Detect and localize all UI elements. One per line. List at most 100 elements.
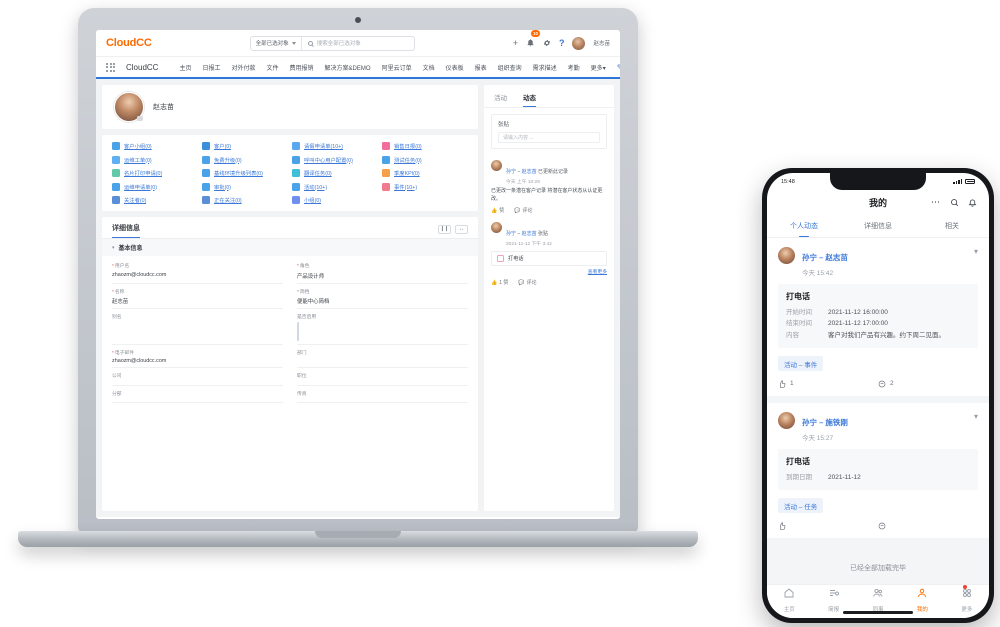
app-shortcut-label[interactable]: 事件(10+) bbox=[394, 183, 417, 191]
comment-button[interactable]: 2 bbox=[878, 380, 978, 388]
nav-item-8[interactable]: 仪表板 bbox=[446, 63, 464, 72]
nav-item-12[interactable]: 考勤 bbox=[568, 63, 580, 72]
app-shortcut[interactable]: 呼叫中心用户配置(0) bbox=[292, 155, 378, 164]
help-icon[interactable]: ? bbox=[559, 38, 565, 48]
app-shortcut[interactable]: 关注者(0) bbox=[112, 196, 198, 204]
post-actor[interactable]: 孙宁 bbox=[506, 231, 516, 237]
avatar[interactable] bbox=[491, 160, 502, 171]
card-tag[interactable]: 活动 – 任务 bbox=[778, 498, 824, 513]
nav-app-name[interactable]: CloudCC bbox=[126, 63, 158, 72]
app-shortcut-label[interactable]: 活动(10+) bbox=[304, 183, 327, 191]
chevron-down-icon[interactable]: ▾ bbox=[974, 247, 978, 256]
detail-field[interactable]: 是否启用 bbox=[297, 309, 468, 345]
avatar[interactable] bbox=[778, 411, 795, 429]
card-actor[interactable]: 孙宁 bbox=[802, 418, 817, 427]
app-shortcut-label[interactable]: 客户(0) bbox=[214, 142, 231, 150]
app-shortcut[interactable]: 事件(10+) bbox=[382, 182, 468, 191]
nav-item-7[interactable]: 文档 bbox=[423, 63, 435, 72]
expand-icon[interactable]: ↔ bbox=[455, 224, 468, 234]
tab-activity[interactable]: 活动 bbox=[494, 92, 507, 107]
app-shortcut-label[interactable]: 运维工单(0) bbox=[124, 156, 152, 164]
pause-icon[interactable]: ❙❙ bbox=[438, 224, 451, 234]
comment-button[interactable]: 💬 评论 bbox=[514, 207, 532, 215]
detail-field[interactable]: *角色 产品设计师 bbox=[297, 258, 468, 284]
card-actor[interactable]: 孙宁 bbox=[802, 253, 817, 262]
nav-item-colleagues[interactable]: 同事 bbox=[856, 586, 900, 613]
tab-detail-info[interactable]: 详细信息 bbox=[841, 214, 915, 237]
composer-input[interactable]: 请输入内容 ... bbox=[498, 132, 600, 143]
avatar[interactable] bbox=[491, 222, 502, 233]
field-checkbox[interactable] bbox=[297, 321, 299, 341]
app-shortcut-label[interactable]: 免费升级(0) bbox=[214, 156, 242, 164]
nav-item-4[interactable]: 费用报销 bbox=[290, 63, 314, 72]
like-button[interactable]: 1 bbox=[778, 379, 878, 388]
phone-feed[interactable]: 孙宁 – 赵志苗 今天 15:42 ▾ 打电话 开始时间 2021-11-12 … bbox=[767, 238, 989, 584]
app-shortcut[interactable]: 基线环境升级列表(0) bbox=[202, 169, 288, 177]
detail-field[interactable]: *简档 便能中心简档 bbox=[297, 284, 468, 309]
app-shortcut[interactable]: 正在关注(0) bbox=[202, 196, 288, 204]
post-attachment[interactable]: 打电话 bbox=[491, 251, 607, 266]
detail-field[interactable]: 传真 bbox=[297, 386, 468, 403]
tab-detail-info[interactable]: 详细信息 bbox=[112, 223, 140, 238]
app-launcher-icon[interactable] bbox=[106, 62, 115, 72]
tab-related[interactable]: 相关 bbox=[915, 214, 989, 237]
app-shortcut[interactable]: 活动(10+) bbox=[292, 182, 378, 191]
nav-item-home[interactable]: 主页 bbox=[767, 586, 811, 613]
view-more-link[interactable]: 查看更多 bbox=[491, 268, 607, 275]
app-shortcut[interactable]: 请假申请单(10+) bbox=[292, 142, 378, 150]
app-shortcut-label[interactable]: 季度KPI(0) bbox=[394, 169, 420, 177]
topbar-user-name[interactable]: 赵志苗 bbox=[593, 39, 610, 47]
nav-item-11[interactable]: 需求描述 bbox=[533, 63, 557, 72]
app-shortcut[interactable]: 名片打印申请(0) bbox=[112, 169, 198, 177]
detail-field[interactable]: 分部 bbox=[112, 386, 283, 403]
like-button[interactable] bbox=[778, 521, 878, 530]
comment-button[interactable] bbox=[878, 522, 978, 530]
app-shortcut[interactable]: 运维工单(0) bbox=[112, 155, 198, 164]
nav-item-briefing[interactable]: 简报 bbox=[811, 586, 855, 613]
section-basic-info[interactable]: ▾ 基本信息 bbox=[102, 239, 478, 256]
app-shortcut-label[interactable]: 销售日报(0) bbox=[394, 142, 422, 150]
search-icon[interactable] bbox=[950, 198, 959, 207]
nav-item-5[interactable]: 解决方案&DEMO bbox=[325, 63, 371, 72]
add-icon[interactable]: + bbox=[513, 38, 518, 48]
app-shortcut-label[interactable]: 审批(0) bbox=[214, 183, 231, 191]
app-shortcut-label[interactable]: 请假申请单(10+) bbox=[304, 142, 343, 150]
app-shortcut-label[interactable]: 小组(0) bbox=[304, 196, 321, 204]
gear-icon[interactable] bbox=[543, 39, 551, 47]
app-shortcut[interactable]: 季度KPI(0) bbox=[382, 169, 468, 177]
post-target[interactable]: 赵志苗 bbox=[522, 231, 537, 237]
tab-feed[interactable]: 动态 bbox=[523, 92, 536, 107]
nav-item-9[interactable]: 报表 bbox=[475, 63, 487, 72]
nav-item-more[interactable]: 更多 bbox=[945, 584, 989, 613]
like-button[interactable]: 👍 1 赞 bbox=[491, 279, 508, 287]
detail-field[interactable]: *名称 赵志苗 bbox=[112, 284, 283, 309]
search-input[interactable]: 搜索全部已选对象 bbox=[302, 39, 414, 47]
app-shortcut[interactable]: 免费升级(0) bbox=[202, 155, 288, 164]
notifications-button[interactable]: 10 bbox=[526, 30, 540, 52]
global-search[interactable]: 全部已选对象 搜索全部已选对象 bbox=[249, 35, 415, 51]
detail-field[interactable]: 公司 bbox=[112, 368, 283, 386]
app-shortcut-label[interactable]: 名片打印申请(0) bbox=[124, 169, 162, 177]
nav-item-10[interactable]: 组织查询 bbox=[498, 63, 522, 72]
avatar[interactable] bbox=[778, 247, 795, 264]
app-shortcut-label[interactable]: 基线环境升级列表(0) bbox=[214, 169, 263, 177]
comment-button[interactable]: 💬 评论 bbox=[518, 279, 536, 287]
app-shortcut-label[interactable]: 正在关注(0) bbox=[214, 196, 242, 204]
app-shortcut[interactable]: 销售日报(0) bbox=[382, 142, 468, 150]
like-button[interactable]: 👍 赞 bbox=[491, 207, 504, 215]
app-shortcut[interactable]: 客户(0) bbox=[202, 142, 288, 150]
nav-item-2[interactable]: 对外付款 bbox=[232, 63, 256, 72]
tab-personal-feed[interactable]: 个人动态 bbox=[767, 214, 841, 237]
detail-field[interactable]: 职位 bbox=[297, 368, 468, 386]
camera-icon[interactable] bbox=[137, 116, 143, 121]
nav-item-3[interactable]: 文件 bbox=[267, 63, 279, 72]
nav-item-mine[interactable]: 我的 bbox=[900, 586, 944, 613]
post-actor[interactable]: 孙宁 bbox=[506, 169, 516, 175]
card-target[interactable]: 赵志苗 bbox=[825, 253, 848, 262]
chevron-down-icon[interactable]: ▾ bbox=[974, 412, 978, 421]
post-target[interactable]: 赵志苗 bbox=[522, 169, 537, 175]
app-shortcut-label[interactable]: 测试任务(0) bbox=[394, 156, 422, 164]
pencil-icon[interactable]: ✎ bbox=[617, 63, 620, 72]
composer-label[interactable]: 张贴 bbox=[498, 120, 600, 128]
nav-item-1[interactable]: 日报工 bbox=[202, 63, 220, 72]
